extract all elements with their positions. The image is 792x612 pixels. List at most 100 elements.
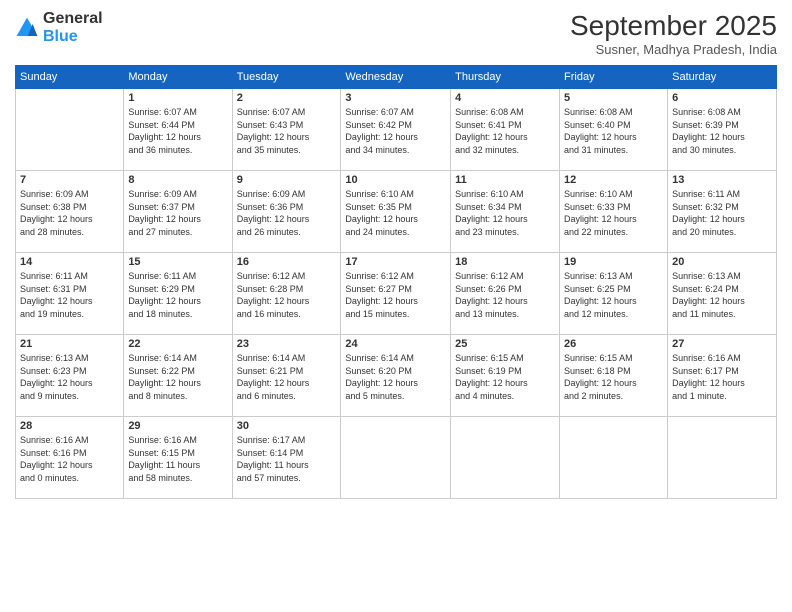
day-info: Sunrise: 6:13 AM Sunset: 6:24 PM Dayligh… bbox=[672, 270, 772, 320]
day-info: Sunrise: 6:14 AM Sunset: 6:20 PM Dayligh… bbox=[345, 352, 446, 402]
calendar-week-2: 14 Sunrise: 6:11 AM Sunset: 6:31 PM Dayli… bbox=[16, 253, 777, 335]
day-info: Sunrise: 6:08 AM Sunset: 6:40 PM Dayligh… bbox=[564, 106, 663, 156]
day-number: 14 bbox=[20, 256, 119, 268]
calendar-cell: 24 Sunrise: 6:14 AM Sunset: 6:20 PM Dayli… bbox=[341, 335, 451, 417]
calendar-cell bbox=[451, 417, 560, 499]
day-info: Sunrise: 6:16 AM Sunset: 6:17 PM Dayligh… bbox=[672, 352, 772, 402]
col-friday: Friday bbox=[560, 66, 668, 89]
day-info: Sunrise: 6:12 AM Sunset: 6:28 PM Dayligh… bbox=[237, 270, 337, 320]
day-info: Sunrise: 6:15 AM Sunset: 6:19 PM Dayligh… bbox=[455, 352, 555, 402]
calendar-header-row: Sunday Monday Tuesday Wednesday Thursday… bbox=[16, 66, 777, 89]
calendar-cell: 26 Sunrise: 6:15 AM Sunset: 6:18 PM Dayli… bbox=[560, 335, 668, 417]
header: General Blue September 2025 Susner, Madh… bbox=[15, 10, 777, 57]
day-number: 28 bbox=[20, 420, 119, 432]
day-number: 21 bbox=[20, 338, 119, 350]
col-saturday: Saturday bbox=[668, 66, 777, 89]
day-number: 30 bbox=[237, 420, 337, 432]
day-info: Sunrise: 6:07 AM Sunset: 6:44 PM Dayligh… bbox=[128, 106, 227, 156]
day-number: 10 bbox=[345, 174, 446, 186]
calendar-cell: 5 Sunrise: 6:08 AM Sunset: 6:40 PM Daylig… bbox=[560, 89, 668, 171]
calendar-cell: 27 Sunrise: 6:16 AM Sunset: 6:17 PM Dayli… bbox=[668, 335, 777, 417]
day-info: Sunrise: 6:13 AM Sunset: 6:23 PM Dayligh… bbox=[20, 352, 119, 402]
calendar-cell: 2 Sunrise: 6:07 AM Sunset: 6:43 PM Daylig… bbox=[232, 89, 341, 171]
day-info: Sunrise: 6:17 AM Sunset: 6:14 PM Dayligh… bbox=[237, 434, 337, 484]
day-number: 13 bbox=[672, 174, 772, 186]
calendar-cell bbox=[668, 417, 777, 499]
calendar-week-3: 21 Sunrise: 6:13 AM Sunset: 6:23 PM Dayli… bbox=[16, 335, 777, 417]
calendar-cell: 28 Sunrise: 6:16 AM Sunset: 6:16 PM Dayli… bbox=[16, 417, 124, 499]
logo-text: General Blue bbox=[43, 10, 103, 46]
calendar-cell: 17Sunrise: 6:12 AM Sunset: 6:27 PM Dayli… bbox=[341, 253, 451, 335]
day-number: 25 bbox=[455, 338, 555, 350]
day-info: Sunrise: 6:07 AM Sunset: 6:43 PM Dayligh… bbox=[237, 106, 337, 156]
day-number: 29 bbox=[128, 420, 227, 432]
calendar-cell: 23Sunrise: 6:14 AM Sunset: 6:21 PM Dayli… bbox=[232, 335, 341, 417]
day-info: Sunrise: 6:11 AM Sunset: 6:31 PM Dayligh… bbox=[20, 270, 119, 320]
title-area: September 2025 Susner, Madhya Pradesh, I… bbox=[570, 10, 777, 57]
day-info: Sunrise: 6:16 AM Sunset: 6:16 PM Dayligh… bbox=[20, 434, 119, 484]
logo-general: General bbox=[43, 10, 103, 27]
day-number: 11 bbox=[455, 174, 555, 186]
calendar-cell bbox=[560, 417, 668, 499]
calendar-week-4: 28 Sunrise: 6:16 AM Sunset: 6:16 PM Dayli… bbox=[16, 417, 777, 499]
col-wednesday: Wednesday bbox=[341, 66, 451, 89]
calendar-cell: 21 Sunrise: 6:13 AM Sunset: 6:23 PM Dayli… bbox=[16, 335, 124, 417]
calendar-cell: 18Sunrise: 6:12 AM Sunset: 6:26 PM Dayli… bbox=[451, 253, 560, 335]
calendar-cell: 14 Sunrise: 6:11 AM Sunset: 6:31 PM Dayli… bbox=[16, 253, 124, 335]
calendar-cell: 4Sunrise: 6:08 AM Sunset: 6:41 PM Daylig… bbox=[451, 89, 560, 171]
calendar-cell: 15 Sunrise: 6:11 AM Sunset: 6:29 PM Dayli… bbox=[124, 253, 232, 335]
day-number: 9 bbox=[237, 174, 337, 186]
calendar-cell: 29Sunrise: 6:16 AM Sunset: 6:15 PM Dayli… bbox=[124, 417, 232, 499]
col-thursday: Thursday bbox=[451, 66, 560, 89]
day-number: 24 bbox=[345, 338, 446, 350]
calendar-cell: 3 Sunrise: 6:07 AM Sunset: 6:42 PM Daylig… bbox=[341, 89, 451, 171]
calendar-cell: 10 Sunrise: 6:10 AM Sunset: 6:35 PM Dayli… bbox=[341, 171, 451, 253]
day-number: 2 bbox=[237, 92, 337, 104]
calendar-cell: 9 Sunrise: 6:09 AM Sunset: 6:36 PM Daylig… bbox=[232, 171, 341, 253]
day-number: 5 bbox=[564, 92, 663, 104]
day-number: 15 bbox=[128, 256, 227, 268]
day-info: Sunrise: 6:08 AM Sunset: 6:39 PM Dayligh… bbox=[672, 106, 772, 156]
calendar-table: Sunday Monday Tuesday Wednesday Thursday… bbox=[15, 65, 777, 499]
day-info: Sunrise: 6:09 AM Sunset: 6:38 PM Dayligh… bbox=[20, 188, 119, 238]
day-number: 6 bbox=[672, 92, 772, 104]
calendar-cell bbox=[341, 417, 451, 499]
logo-icon bbox=[15, 16, 39, 40]
day-number: 17 bbox=[345, 256, 446, 268]
day-info: Sunrise: 6:10 AM Sunset: 6:33 PM Dayligh… bbox=[564, 188, 663, 238]
day-info: Sunrise: 6:07 AM Sunset: 6:42 PM Dayligh… bbox=[345, 106, 446, 156]
day-info: Sunrise: 6:10 AM Sunset: 6:35 PM Dayligh… bbox=[345, 188, 446, 238]
day-number: 22 bbox=[128, 338, 227, 350]
day-number: 16 bbox=[237, 256, 337, 268]
calendar-week-1: 7Sunrise: 6:09 AM Sunset: 6:38 PM Daylig… bbox=[16, 171, 777, 253]
day-info: Sunrise: 6:15 AM Sunset: 6:18 PM Dayligh… bbox=[564, 352, 663, 402]
calendar-cell: 20 Sunrise: 6:13 AM Sunset: 6:24 PM Dayli… bbox=[668, 253, 777, 335]
col-monday: Monday bbox=[124, 66, 232, 89]
day-number: 20 bbox=[672, 256, 772, 268]
day-number: 12 bbox=[564, 174, 663, 186]
logo: General Blue bbox=[15, 10, 103, 46]
day-info: Sunrise: 6:14 AM Sunset: 6:21 PM Dayligh… bbox=[237, 352, 337, 402]
day-number: 1 bbox=[128, 92, 227, 104]
day-number: 19 bbox=[564, 256, 663, 268]
calendar-cell: 13Sunrise: 6:11 AM Sunset: 6:32 PM Dayli… bbox=[668, 171, 777, 253]
page: General Blue September 2025 Susner, Madh… bbox=[0, 0, 792, 612]
calendar-cell: 12 Sunrise: 6:10 AM Sunset: 6:33 PM Dayli… bbox=[560, 171, 668, 253]
calendar-cell: 25 Sunrise: 6:15 AM Sunset: 6:19 PM Dayli… bbox=[451, 335, 560, 417]
day-number: 18 bbox=[455, 256, 555, 268]
day-number: 26 bbox=[564, 338, 663, 350]
day-info: Sunrise: 6:11 AM Sunset: 6:29 PM Dayligh… bbox=[128, 270, 227, 320]
day-info: Sunrise: 6:13 AM Sunset: 6:25 PM Dayligh… bbox=[564, 270, 663, 320]
day-info: Sunrise: 6:14 AM Sunset: 6:22 PM Dayligh… bbox=[128, 352, 227, 402]
day-number: 3 bbox=[345, 92, 446, 104]
day-number: 27 bbox=[672, 338, 772, 350]
calendar-cell: 30 Sunrise: 6:17 AM Sunset: 6:14 PM Dayli… bbox=[232, 417, 341, 499]
col-tuesday: Tuesday bbox=[232, 66, 341, 89]
day-info: Sunrise: 6:10 AM Sunset: 6:34 PM Dayligh… bbox=[455, 188, 555, 238]
calendar-cell: 11 Sunrise: 6:10 AM Sunset: 6:34 PM Dayli… bbox=[451, 171, 560, 253]
day-info: Sunrise: 6:09 AM Sunset: 6:36 PM Dayligh… bbox=[237, 188, 337, 238]
day-info: Sunrise: 6:08 AM Sunset: 6:41 PM Dayligh… bbox=[455, 106, 555, 156]
calendar-cell: 1 Sunrise: 6:07 AM Sunset: 6:44 PM Daylig… bbox=[124, 89, 232, 171]
subtitle: Susner, Madhya Pradesh, India bbox=[570, 42, 777, 57]
calendar-cell bbox=[16, 89, 124, 171]
